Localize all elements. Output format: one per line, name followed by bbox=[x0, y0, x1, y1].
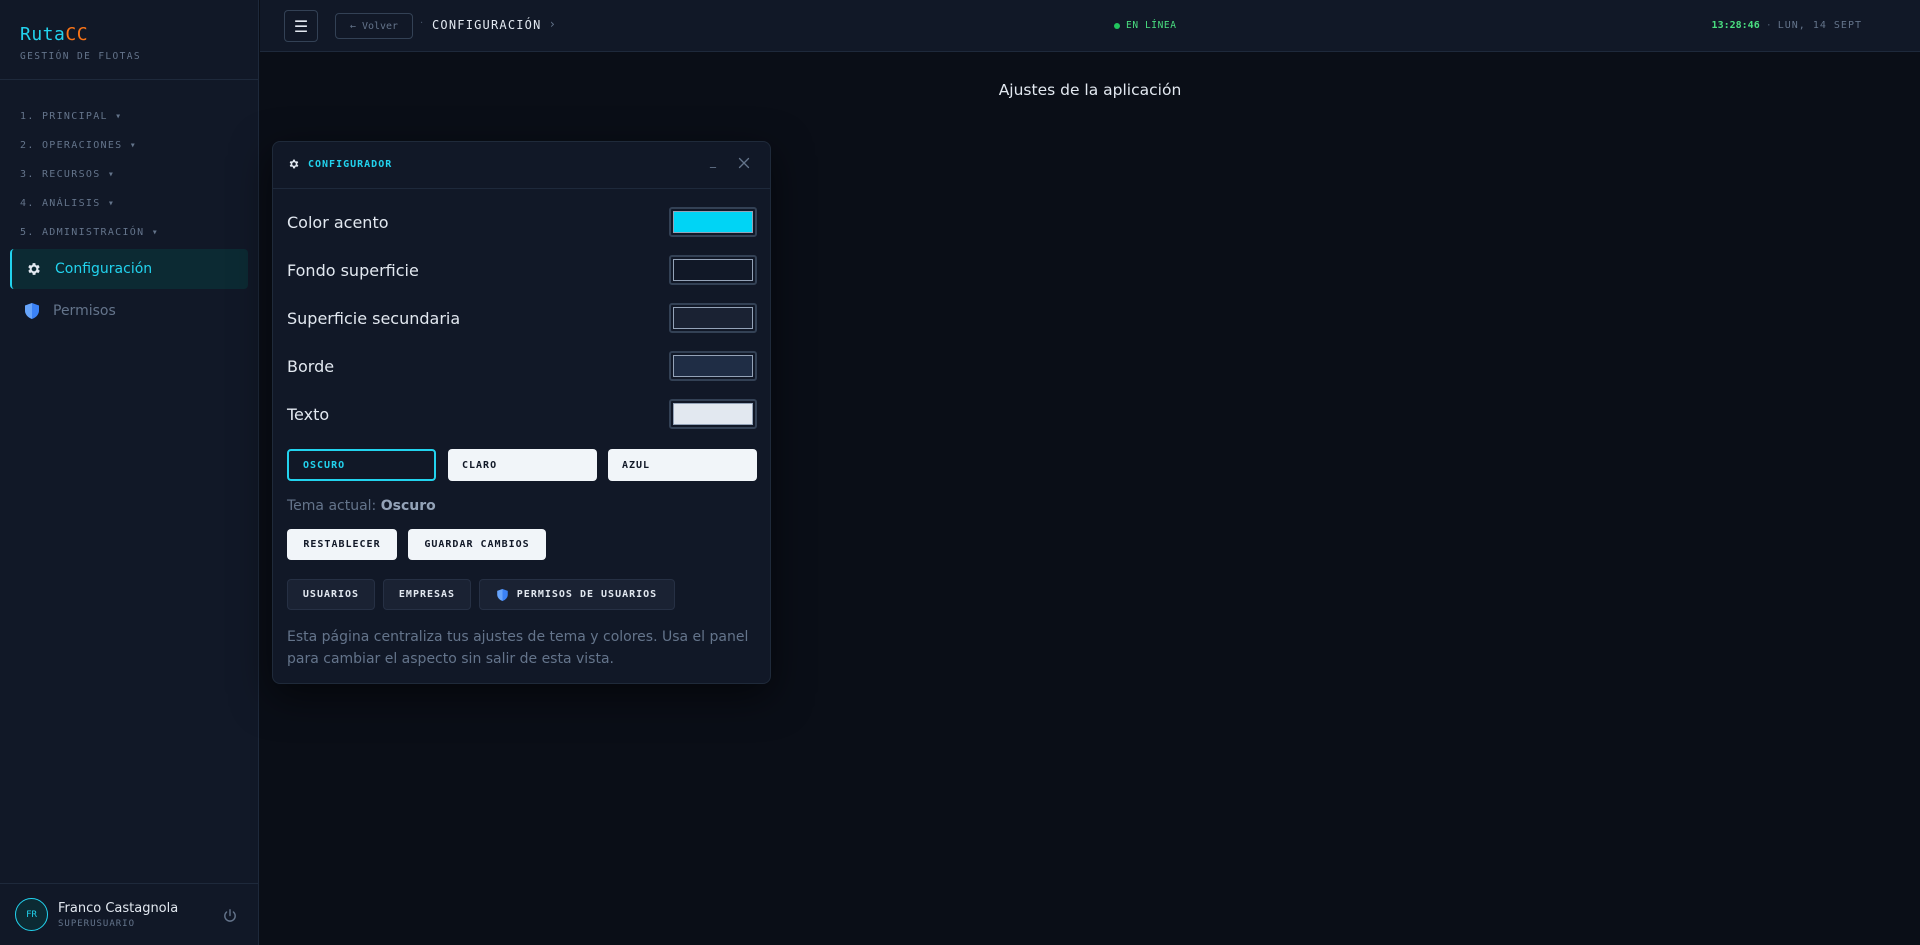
breadcrumb-separator: · bbox=[420, 18, 424, 29]
nav-group-operaciones[interactable]: 2. OPERACIONES ▾ bbox=[0, 131, 258, 160]
link-label: EMPRESAS bbox=[398, 589, 456, 600]
sidebar: RutaCC GESTIÓN DE FLOTAS 1. PRINCIPAL ▾ … bbox=[0, 0, 259, 945]
minimize-button[interactable]: _ bbox=[710, 154, 716, 168]
user-role: SUPERUSUARIO bbox=[58, 918, 136, 929]
color-row-text: Texto bbox=[287, 396, 757, 432]
shield-icon bbox=[497, 588, 508, 601]
color-label: Texto bbox=[287, 404, 330, 424]
shield-icon bbox=[23, 302, 41, 320]
sidebar-item-label: Permisos bbox=[53, 303, 116, 319]
brand: RutaCC GESTIÓN DE FLOTAS bbox=[0, 0, 258, 80]
page-title: Ajustes de la aplicación bbox=[998, 81, 1182, 99]
user-info: Franco Castagnola SUPERUSUARIO bbox=[58, 901, 178, 929]
nav-group-analisis[interactable]: 4. ANÁLISIS ▾ bbox=[0, 189, 258, 218]
menu-button[interactable]: ☰ bbox=[284, 10, 318, 42]
clock-date: LUN, 14 SEPT bbox=[1777, 20, 1862, 31]
theme-blue-button[interactable]: AZUL bbox=[608, 449, 757, 481]
save-button[interactable]: GUARDAR CAMBIOS bbox=[408, 529, 546, 560]
sidebar-item-permisos[interactable]: Permisos bbox=[10, 291, 248, 331]
status-text: EN LÍNEA bbox=[1126, 20, 1177, 31]
panel-description: Esta página centraliza tus ajustes de te… bbox=[287, 629, 749, 667]
close-icon[interactable] bbox=[737, 155, 751, 169]
surface-color-picker[interactable] bbox=[669, 255, 757, 285]
panel-title-label: CONFIGURADOR bbox=[308, 158, 393, 170]
color-swatch bbox=[673, 403, 753, 425]
configurator-panel: CONFIGURADOR _ Color acento Fondo superf… bbox=[272, 141, 771, 684]
color-row-surface: Fondo superficie bbox=[287, 252, 757, 288]
nav-group-principal[interactable]: 1. PRINCIPAL ▾ bbox=[0, 102, 258, 131]
link-label: PERMISOS DE USUARIOS bbox=[516, 589, 658, 600]
avatar[interactable]: FR bbox=[15, 898, 48, 931]
back-button[interactable]: ← Volver bbox=[335, 13, 413, 39]
color-swatch bbox=[673, 355, 753, 377]
color-label: Borde bbox=[287, 356, 335, 376]
border-color-picker[interactable] bbox=[669, 351, 757, 381]
color-swatch bbox=[673, 307, 753, 329]
sidebar-nav: 1. PRINCIPAL ▾ 2. OPERACIONES ▾ 3. RECUR… bbox=[0, 80, 258, 331]
color-label: Superficie secundaria bbox=[287, 308, 461, 328]
sidebar-item-configuracion[interactable]: Configuración bbox=[10, 249, 248, 289]
current-theme-value: Oscuro bbox=[380, 498, 436, 514]
brand-name-primary: Ruta bbox=[20, 24, 66, 45]
topbar: ☰ ← Volver · CONFIGURACIÓN › EN LÍNEA 13… bbox=[260, 0, 1920, 52]
user-permissions-link-button[interactable]: PERMISOS DE USUARIOS bbox=[479, 579, 675, 610]
color-row-border: Borde bbox=[287, 348, 757, 384]
clock-time: 13:28:46 bbox=[1711, 20, 1760, 31]
user-panel: FR Franco Castagnola SUPERUSUARIO bbox=[0, 883, 258, 945]
sidebar-item-label: Configuración bbox=[55, 261, 153, 277]
hamburger-icon: ☰ bbox=[293, 16, 309, 36]
text-color-picker[interactable] bbox=[669, 399, 757, 429]
chevron-right-icon: › bbox=[550, 17, 555, 31]
link-label: USUARIOS bbox=[302, 589, 360, 600]
panel-title: CONFIGURADOR bbox=[288, 158, 392, 170]
clock-separator: · bbox=[1765, 20, 1772, 31]
gear-icon bbox=[288, 158, 300, 170]
nav-group-recursos[interactable]: 3. RECURSOS ▾ bbox=[0, 160, 258, 189]
secondary-surface-color-picker[interactable] bbox=[669, 303, 757, 333]
current-theme: Tema actual: Oscuro bbox=[287, 498, 436, 514]
theme-light-button[interactable]: CLARO bbox=[448, 449, 597, 481]
gear-icon bbox=[25, 260, 43, 278]
color-label: Fondo superficie bbox=[287, 260, 419, 280]
color-row-secondary-surface: Superficie secundaria bbox=[287, 300, 757, 336]
breadcrumb: CONFIGURACIÓN bbox=[432, 18, 542, 32]
current-theme-label: Tema actual: bbox=[287, 498, 377, 514]
panel-header[interactable]: CONFIGURADOR _ bbox=[273, 142, 770, 189]
reset-button[interactable]: RESTABLECER bbox=[287, 529, 397, 560]
users-link-button[interactable]: USUARIOS bbox=[287, 579, 375, 610]
color-swatch bbox=[673, 211, 753, 233]
brand-name-secondary: CC bbox=[65, 24, 89, 45]
user-name: Franco Castagnola bbox=[58, 900, 179, 916]
accent-color-picker[interactable] bbox=[669, 207, 757, 237]
companies-link-button[interactable]: EMPRESAS bbox=[383, 579, 471, 610]
clock: 13:28:46 · LUN, 14 SEPT bbox=[1712, 20, 1862, 31]
brand-subtitle: GESTIÓN DE FLOTAS bbox=[20, 51, 142, 62]
color-swatch bbox=[673, 259, 753, 281]
theme-dark-button[interactable]: OSCURO bbox=[287, 449, 436, 481]
status-dot-icon bbox=[1114, 22, 1120, 29]
status-badge: EN LÍNEA bbox=[1114, 20, 1177, 31]
color-label: Color acento bbox=[287, 212, 389, 232]
brand-logo[interactable]: RutaCC bbox=[20, 24, 238, 45]
nav-group-administracion[interactable]: 5. ADMINISTRACIÓN ▾ bbox=[0, 218, 258, 247]
color-row-accent: Color acento bbox=[287, 204, 757, 240]
power-icon[interactable] bbox=[222, 908, 238, 924]
